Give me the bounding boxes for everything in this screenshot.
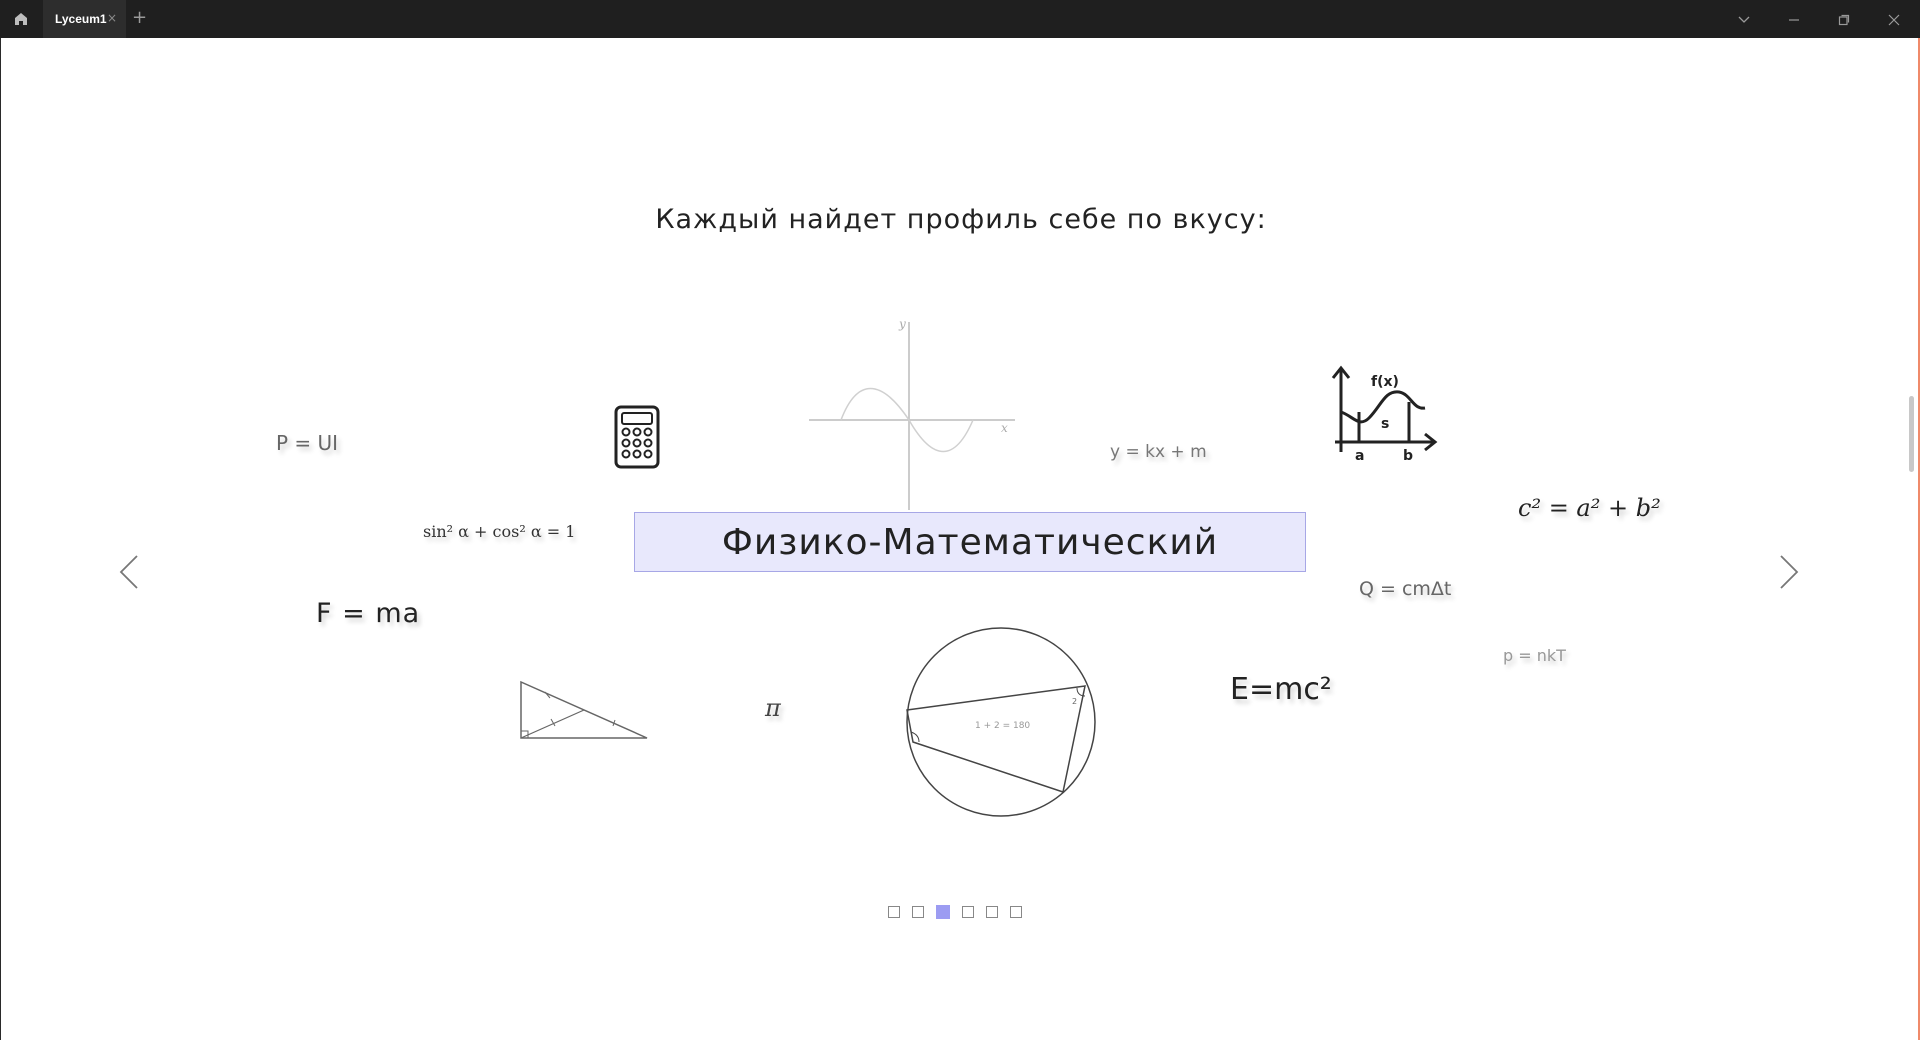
carousel-dot-3[interactable] (936, 905, 950, 919)
new-tab-button[interactable]: + (132, 7, 147, 28)
integral-left-label: a (1355, 448, 1364, 462)
y-axis-label: y (898, 317, 906, 331)
profile-banner-label: Физико-Математический (721, 521, 1219, 563)
tab-lyceum1[interactable]: Lyceum1 × (43, 0, 126, 38)
title-bar: Lyceum1 × + (0, 0, 1920, 38)
profile-banner[interactable]: Физико-Математический (634, 512, 1306, 572)
close-button[interactable] (1884, 10, 1904, 30)
home-icon (15, 13, 27, 25)
chevron-right-icon[interactable] (1769, 542, 1809, 602)
x-axis-label: x (1001, 421, 1008, 435)
integral-area-label: s (1381, 416, 1389, 432)
close-icon (1888, 14, 1900, 26)
carousel-dot-2[interactable] (912, 906, 924, 918)
inscribed-circle-figure: 2 1 + 2 = 180 (906, 627, 1096, 817)
formula-pi: π (765, 694, 781, 722)
carousel-indicator (888, 905, 1022, 919)
minimize-icon (1789, 19, 1799, 21)
circle-angle-mark: 2 (1072, 697, 1077, 706)
integral-graph-icon: f(x) s a b (1331, 365, 1438, 462)
carousel-dot-1[interactable] (888, 906, 900, 918)
tab-label: Lyceum1 (55, 12, 107, 26)
vertical-scrollbar[interactable] (1909, 396, 1914, 472)
formula-newton: F = ma (316, 598, 421, 629)
carousel-dot-4[interactable] (962, 906, 974, 918)
formula-power: P = UI (276, 431, 339, 455)
formula-pythagoras: c² = a² + b² (1518, 494, 1661, 522)
formula-heat: Q = cmΔt (1359, 578, 1452, 600)
chevron-left-icon[interactable] (109, 542, 149, 602)
tab-close-icon[interactable]: × (107, 11, 117, 25)
integral-right-label: b (1403, 448, 1413, 462)
triangle-figure (520, 680, 648, 739)
tab-list-button[interactable] (1734, 10, 1754, 30)
home-button[interactable] (8, 6, 34, 32)
formula-pressure: p = nkT (1503, 646, 1566, 665)
circle-note: 1 + 2 = 180 (975, 721, 1030, 731)
integral-func-label: f(x) (1371, 374, 1399, 390)
sine-graph: y x (809, 317, 1015, 510)
maximize-button[interactable] (1834, 10, 1854, 30)
page-heading: Каждый найдет профиль себе по вкусу: (655, 204, 1267, 235)
carousel-dot-5[interactable] (986, 906, 998, 918)
carousel-dot-6[interactable] (1010, 906, 1022, 918)
page-content: Каждый найдет профиль себе по вкусу: y x… (0, 38, 1920, 1040)
formula-linear: y = kx + m (1110, 442, 1207, 462)
formula-einstein: E=mc² (1230, 672, 1332, 707)
chevron-down-icon (1738, 16, 1750, 23)
minimize-button[interactable] (1784, 10, 1804, 30)
maximize-icon (1838, 14, 1850, 26)
calculator-icon (614, 405, 660, 469)
formula-trig-identity: sin² α + cos² α = 1 (423, 522, 576, 541)
